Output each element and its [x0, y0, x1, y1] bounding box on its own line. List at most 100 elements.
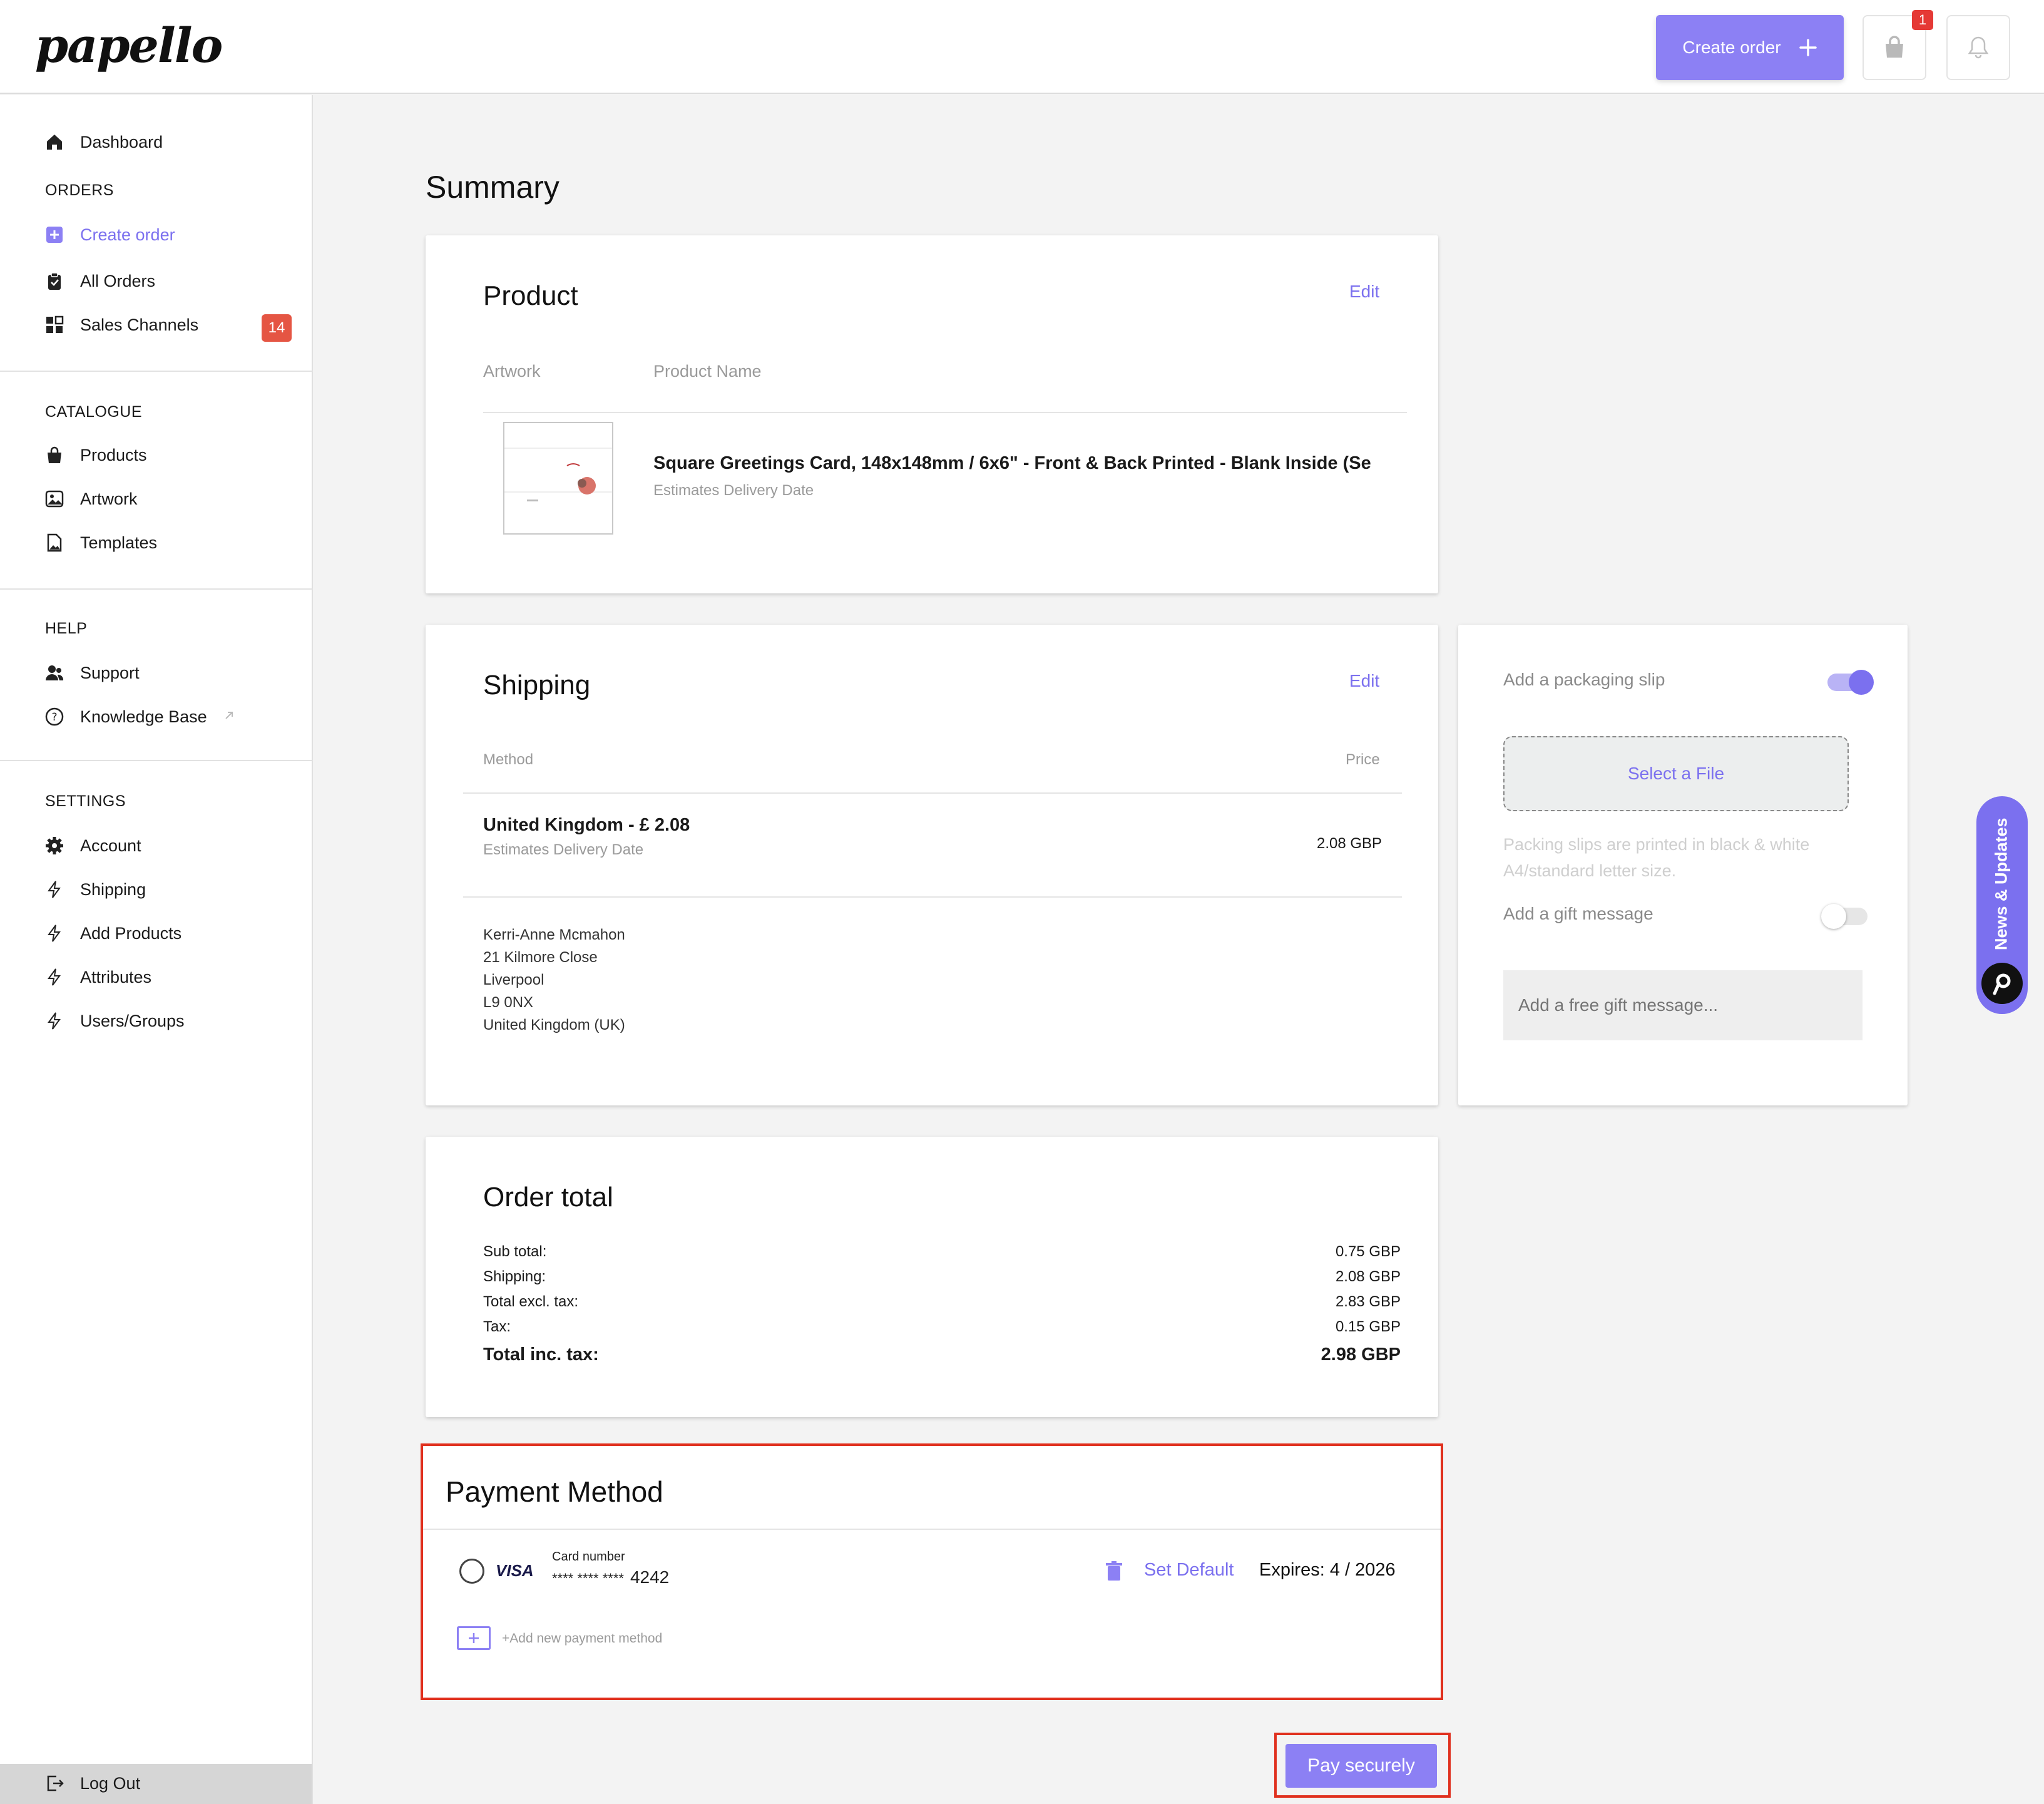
users-icon: [44, 662, 65, 684]
toggle-knob: [1849, 670, 1874, 695]
note-line: A4/standard letter size.: [1503, 861, 1677, 880]
packaging-slip-toggle[interactable]: [1827, 670, 1874, 695]
papello-logo[interactable]: papello: [35, 18, 223, 73]
clipboard-icon: [44, 270, 65, 292]
lightning-icon: [44, 966, 65, 988]
sidebar-item-account[interactable]: Account: [44, 835, 141, 856]
sidebar-item-label: Knowledge Base: [80, 707, 207, 726]
sidebar-item-label: Sales Channels: [80, 315, 199, 334]
sidebar-item-label: Support: [80, 663, 140, 682]
set-default-button[interactable]: Set Default: [1144, 1560, 1234, 1581]
sidebar-divider: [0, 588, 313, 590]
pay-securely-button[interactable]: Pay securely: [1285, 1744, 1437, 1788]
sidebar-item-support[interactable]: Support: [44, 662, 140, 684]
help-heading: HELP: [45, 620, 88, 637]
shipping-card-title: Shipping: [483, 670, 591, 700]
help-circle-icon: ?: [44, 706, 65, 727]
column-header-artwork: Artwork: [483, 362, 541, 381]
address-line: United Kingdom (UK): [483, 1017, 625, 1033]
order-total-title: Order total: [483, 1182, 613, 1212]
catalogue-heading: CATALOGUE: [45, 403, 142, 421]
artwork-thumbnail[interactable]: [503, 422, 613, 535]
plus-icon: [1799, 39, 1817, 56]
shipping-address: Kerri-Anne Mcmahon 21 Kilmore Close Live…: [483, 924, 625, 1037]
payment-method-section: Payment Method VISA Card number **** ***…: [421, 1443, 1443, 1700]
sidebar-item-products[interactable]: Products: [44, 444, 147, 466]
sidebar-item-label: Log Out: [80, 1773, 141, 1793]
create-order-button[interactable]: Create order: [1656, 15, 1844, 80]
note-line: Packing slips are printed in black & whi…: [1503, 835, 1810, 854]
sidebar-item-users-groups[interactable]: Users/Groups: [44, 1010, 185, 1032]
add-payment-method-link[interactable]: +Add new payment method: [502, 1631, 662, 1646]
lightning-icon: [44, 923, 65, 944]
sidebar-item-label: Dashboard: [80, 132, 163, 151]
news-updates-tab[interactable]: News & Updates: [1976, 796, 2028, 1014]
address-line: Kerri-Anne Mcmahon: [483, 926, 625, 943]
add-payment-method-button[interactable]: [457, 1626, 491, 1650]
image-icon: [44, 488, 65, 510]
row-label: Total excl. tax:: [483, 1293, 579, 1310]
column-header-price: Price: [1346, 751, 1380, 768]
order-total-card: Order total Sub total: 0.75 GBP Shipping…: [426, 1137, 1438, 1417]
sidebar-item-templates[interactable]: Templates: [44, 532, 157, 553]
news-updates-label: News & Updates: [1991, 817, 2011, 950]
sidebar-item-create-order[interactable]: Create order: [44, 224, 175, 245]
gift-message-input[interactable]: [1503, 970, 1863, 1040]
sidebar-item-label: Templates: [80, 533, 158, 552]
svg-text:?: ?: [51, 711, 57, 724]
toggle-knob: [1821, 904, 1846, 929]
cart-count-badge: 1: [1912, 10, 1933, 30]
sidebar-item-sales-channels[interactable]: Sales Channels: [44, 314, 198, 336]
gift-message-label: Add a gift message: [1503, 904, 1653, 923]
order-grand-total-row: Total inc. tax: 2.98 GBP: [483, 1345, 1401, 1365]
card-expiry: Expires: 4 / 2026: [1259, 1560, 1396, 1580]
sidebar-item-knowledge-base[interactable]: ? Knowledge Base: [44, 706, 236, 727]
order-total-row: Total excl. tax: 2.83 GBP: [483, 1293, 1401, 1311]
sidebar-item-all-orders[interactable]: All Orders: [44, 270, 155, 292]
trash-icon[interactable]: [1105, 1561, 1123, 1584]
sidebar-item-label: Create order: [80, 225, 175, 244]
sidebar-item-artwork[interactable]: Artwork: [44, 488, 138, 510]
sidebar-item-label: Attributes: [80, 967, 152, 987]
sidebar-item-label: Products: [80, 445, 147, 464]
card-select-radio[interactable]: [459, 1559, 484, 1584]
sidebar-item-dashboard[interactable]: Dashboard: [44, 131, 163, 153]
notifications-button[interactable]: [1946, 15, 2010, 80]
address-line: Liverpool: [483, 971, 544, 988]
divider: [463, 896, 1402, 898]
order-total-row: Shipping: 2.08 GBP: [483, 1268, 1401, 1286]
sidebar-item-attributes[interactable]: Attributes: [44, 966, 151, 988]
column-header-product-name: Product Name: [653, 362, 762, 381]
product-delivery-estimate: Estimates Delivery Date: [653, 482, 814, 499]
sidebar-item-add-products[interactable]: Add Products: [44, 923, 181, 944]
product-edit-link[interactable]: Edit: [1349, 282, 1379, 302]
sidebar-item-label: Account: [80, 836, 141, 855]
bell-icon: [1968, 36, 1989, 59]
address-line: L9 0NX: [483, 994, 534, 1011]
card-mask: **** **** ****: [552, 1571, 624, 1586]
sidebar-divider: [0, 371, 313, 372]
logout-icon: [44, 1773, 65, 1794]
sidebar-item-label: Add Products: [80, 923, 182, 943]
sidebar-item-label: All Orders: [80, 271, 156, 290]
order-total-row: Sub total: 0.75 GBP: [483, 1243, 1401, 1261]
lightning-icon: [44, 879, 65, 900]
sidebar-item-log-out[interactable]: Log Out: [0, 1764, 312, 1804]
sales-channels-badge: 14: [262, 314, 292, 342]
shipping-price: 2.08 GBP: [1317, 835, 1382, 852]
product-card-title: Product: [483, 280, 578, 311]
select-file-button[interactable]: Select a File: [1503, 736, 1849, 811]
row-value: 0.75 GBP: [1335, 1243, 1401, 1260]
card-number-label: Card number: [552, 1550, 625, 1564]
shipping-edit-link[interactable]: Edit: [1349, 671, 1379, 691]
row-value: 2.83 GBP: [1335, 1293, 1401, 1310]
sidebar-item-shipping[interactable]: Shipping: [44, 879, 146, 900]
gift-message-toggle[interactable]: [1821, 904, 1868, 929]
lightning-icon: [44, 1010, 65, 1032]
sidebar-item-label: Users/Groups: [80, 1011, 185, 1030]
home-icon: [44, 131, 65, 153]
product-name: Square Greetings Card, 148x148mm / 6x6" …: [653, 453, 1371, 473]
packaging-slip-label: Add a packaging slip: [1503, 670, 1665, 689]
divider: [483, 412, 1407, 413]
bag-icon: [44, 444, 65, 466]
